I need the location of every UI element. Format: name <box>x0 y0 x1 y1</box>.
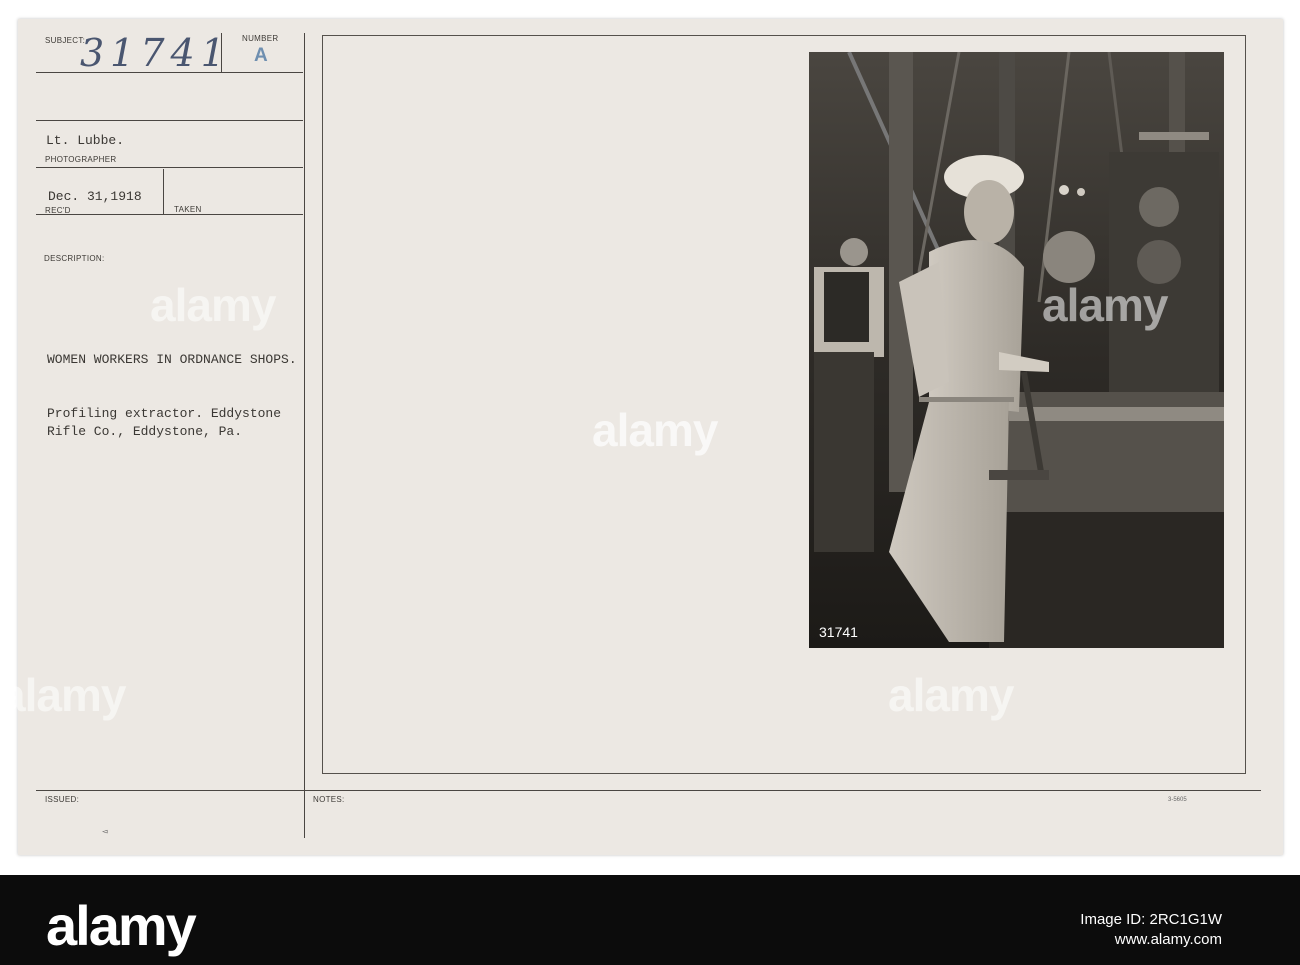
description-line-3: Rifle Co., Eddystone, Pa. <box>47 424 243 439</box>
photographer-name: Lt. Lubbe. <box>46 133 125 148</box>
triangle-mark-icon: ◅ <box>102 827 108 837</box>
rule-photographer-top <box>36 120 303 121</box>
form-number: 3-5605 <box>1168 797 1187 803</box>
watermark-photo: alamy <box>1042 279 1168 331</box>
recd-label: REC'D <box>45 206 71 215</box>
photographer-label: PHOTOGRAPHER <box>45 155 117 164</box>
photo-inscription: 31741 <box>819 624 858 640</box>
footer-logo[interactable]: alamy <box>46 893 197 958</box>
site-url[interactable]: www.alamy.com <box>1115 931 1222 948</box>
rule-footer <box>36 790 1261 791</box>
rule-date <box>36 214 303 215</box>
taken-label: TAKEN <box>174 205 202 214</box>
photograph: 31741 <box>809 52 1224 648</box>
subject-number: 31741 <box>80 31 231 75</box>
rule-date-divider <box>163 169 164 214</box>
description-line-1: WOMEN WORKERS IN ORDNANCE SHOPS. <box>47 352 297 367</box>
image-id: Image ID: 2RC1G1W <box>1080 911 1222 928</box>
number-stamp: A <box>254 45 268 66</box>
issued-label: ISSUED: <box>45 795 80 804</box>
notes-label: NOTES: <box>313 795 345 804</box>
description-line-2: Profiling extractor. Eddystone <box>47 406 282 421</box>
number-label: NUMBER <box>242 34 279 43</box>
watermark-bottom-left: alamy <box>0 669 126 721</box>
photograph-illustration: 31741 <box>809 52 1224 648</box>
description-label: DESCRIPTION: <box>44 254 105 263</box>
watermark-center: alamy <box>592 404 718 456</box>
rule-column-divider <box>304 33 305 838</box>
footer-bar: alamy Image ID: 2RC1G1W www.alamy.com <box>0 875 1300 965</box>
date-value: Dec. 31,1918 <box>48 189 142 204</box>
watermark-bottom-right: alamy <box>888 669 1014 721</box>
rule-photographer-bottom <box>36 167 303 168</box>
watermark-left: alamy <box>150 279 276 331</box>
